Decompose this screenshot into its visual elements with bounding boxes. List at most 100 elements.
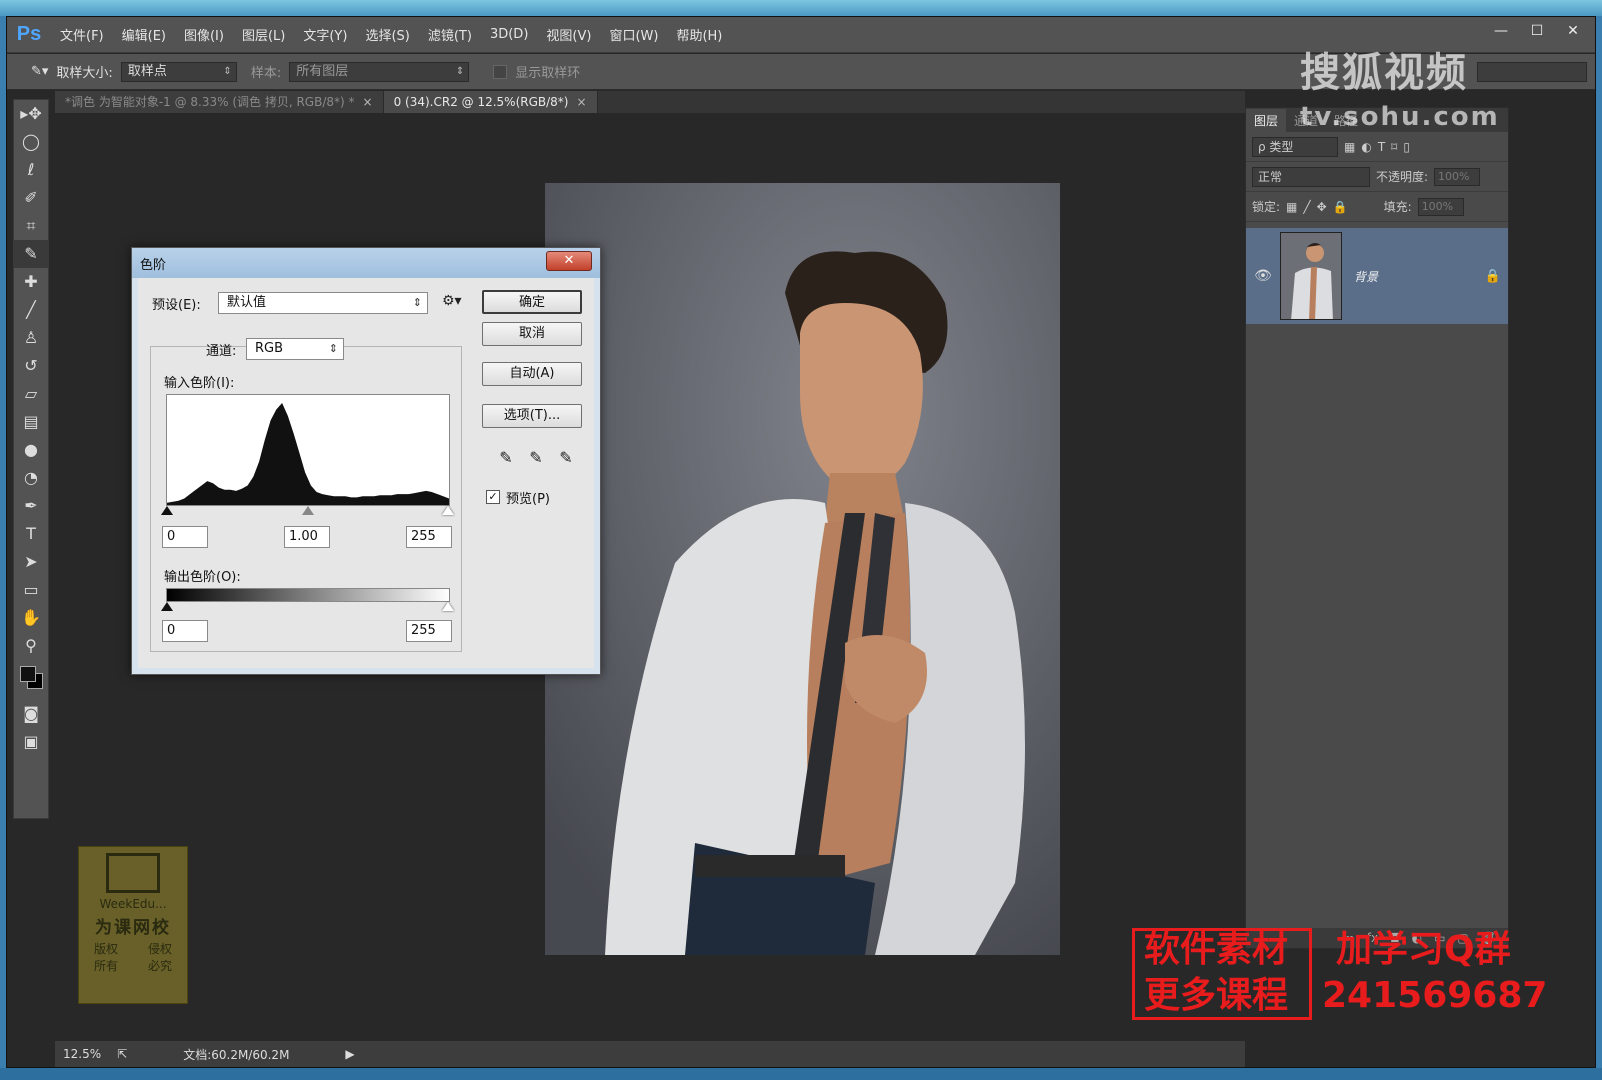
filter-type-icon[interactable]: T <box>1378 140 1385 154</box>
preview-label: 预览(P) <box>506 492 550 507</box>
hand-tool-icon[interactable]: ✋ <box>14 604 48 632</box>
lock-all-icon[interactable]: 🔒 <box>1333 200 1348 214</box>
layer-filter-row: ρ 类型 ▦ ◐ T ⌑ ▯ <box>1246 132 1508 162</box>
filter-adjust-icon[interactable]: ◐ <box>1361 140 1371 154</box>
filter-pixel-icon[interactable]: ▦ <box>1344 140 1355 154</box>
close-icon[interactable]: × <box>577 95 587 109</box>
color-swatches[interactable] <box>14 660 48 700</box>
filter-shape-icon[interactable]: ⌑ <box>1391 140 1397 154</box>
options-button[interactable]: 选项(T)... <box>482 404 582 428</box>
dialog-close-button[interactable]: ✕ <box>546 251 592 271</box>
menu-help[interactable]: 帮助(H) <box>667 25 731 44</box>
gradient-tool-icon[interactable]: ▤ <box>14 408 48 436</box>
foreground-color[interactable] <box>20 666 36 682</box>
input-white-field[interactable]: 255 <box>406 526 452 548</box>
menu-type[interactable]: 文字(Y) <box>294 25 356 44</box>
blend-mode-select[interactable]: 正常 <box>1252 166 1370 187</box>
promo-line1-right: 加学习Q群 <box>1336 929 1511 970</box>
tab-layers[interactable]: 图层 <box>1246 109 1287 132</box>
output-white-field[interactable]: 255 <box>406 620 452 642</box>
eyedropper-tool-icon[interactable]: ✎▾ <box>31 64 48 79</box>
lock-pixels-icon[interactable]: ▦ <box>1286 200 1297 214</box>
history-brush-icon[interactable]: ↺ <box>14 352 48 380</box>
blur-tool-icon[interactable]: ● <box>14 436 48 464</box>
channel-select[interactable]: RGB <box>246 338 344 360</box>
menu-3d[interactable]: 3D(D) <box>481 27 537 42</box>
promo-line1-left: 软件素材 <box>1144 929 1289 970</box>
ok-button[interactable]: 确定 <box>482 290 582 314</box>
histogram-shape <box>167 403 449 505</box>
weekedu-name: WeekEdu... <box>99 897 167 911</box>
crop-tool-icon[interactable]: ⌗ <box>14 212 48 240</box>
quick-select-tool-icon[interactable]: ✐ <box>14 184 48 212</box>
gray-eyedropper-icon[interactable]: ✎ <box>526 448 546 467</box>
dialog-body: 预设(E): 默认值 ⚙▾ 通道: RGB 输入色阶(I): 0 1.00 25… <box>138 278 594 668</box>
brush-tool-icon[interactable]: ╱ <box>14 296 48 324</box>
export-icon[interactable]: ⇱ <box>117 1047 127 1061</box>
menu-image[interactable]: 图像(I) <box>175 25 233 44</box>
gear-icon[interactable]: ⚙▾ <box>442 293 462 309</box>
eyedropper-icon[interactable]: ✎ <box>14 240 48 268</box>
layer-kind-filter[interactable]: ρ 类型 <box>1252 136 1338 157</box>
layer-background[interactable]: 👁 背景 🔒 <box>1246 228 1508 324</box>
menu-file[interactable]: 文件(F) <box>51 25 113 44</box>
menu-select[interactable]: 选择(S) <box>356 25 418 44</box>
black-eyedropper-icon[interactable]: ✎ <box>496 448 516 467</box>
eraser-tool-icon[interactable]: ▱ <box>14 380 48 408</box>
menu-window[interactable]: 窗口(W) <box>600 25 667 44</box>
zoom-level[interactable]: 12.5% <box>63 1047 101 1061</box>
input-black-field[interactable]: 0 <box>162 526 208 548</box>
input-gamma-slider[interactable] <box>302 506 314 515</box>
input-white-slider[interactable] <box>442 506 454 515</box>
filter-smart-icon[interactable]: ▯ <box>1403 140 1410 154</box>
lasso-tool-icon[interactable]: ℓ <box>14 156 48 184</box>
sample-size-select[interactable]: 取样点 <box>120 61 237 82</box>
menu-edit[interactable]: 编辑(E) <box>113 25 175 44</box>
layer-name[interactable]: 背景 <box>1354 268 1478 285</box>
pen-tool-icon[interactable]: ✒ <box>14 492 48 520</box>
promo-line2-right: 241569687 <box>1322 975 1548 1016</box>
output-white-slider[interactable] <box>442 602 454 611</box>
marquee-tool-icon[interactable]: ◯ <box>14 128 48 156</box>
cancel-button[interactable]: 取消 <box>482 322 582 346</box>
menu-filter[interactable]: 滤镜(T) <box>419 25 481 44</box>
dialog-titlebar[interactable]: 色阶 ✕ <box>132 248 600 278</box>
type-tool-icon[interactable]: T <box>14 520 48 548</box>
workspace-select[interactable] <box>1477 62 1587 82</box>
lock-paint-icon[interactable]: ╱ <box>1303 200 1310 214</box>
show-ring-checkbox[interactable] <box>493 64 508 79</box>
close-button[interactable]: ✕ <box>1557 21 1589 43</box>
maximize-button[interactable]: ☐ <box>1521 21 1553 43</box>
healing-brush-icon[interactable]: ✚ <box>14 268 48 296</box>
minimize-button[interactable]: — <box>1485 21 1517 43</box>
rectangle-tool-icon[interactable]: ▭ <box>14 576 48 604</box>
output-black-slider[interactable] <box>161 602 173 611</box>
clone-stamp-icon[interactable]: ♙ <box>14 324 48 352</box>
close-icon[interactable]: × <box>363 95 373 109</box>
input-gamma-field[interactable]: 1.00 <box>284 526 330 548</box>
zoom-tool-icon[interactable]: ⚲ <box>14 632 48 660</box>
fill-input[interactable]: 100% <box>1417 197 1464 216</box>
tab-document-2[interactable]: 0 (34).CR2 @ 12.5%(RGB/8*) × <box>383 91 598 113</box>
photo-portrait[interactable] <box>545 183 1060 955</box>
preview-checkbox[interactable]: ✓ <box>486 490 500 504</box>
visibility-eye-icon[interactable]: 👁 <box>1246 268 1280 284</box>
status-bar: 12.5% ⇱ 文档:60.2M/60.2M ▶ <box>55 1041 1245 1067</box>
path-select-icon[interactable]: ➤ <box>14 548 48 576</box>
quick-mask-icon[interactable]: ◙ <box>14 700 48 728</box>
dodge-tool-icon[interactable]: ◔ <box>14 464 48 492</box>
screen-mode-icon[interactable]: ▣ <box>14 728 48 756</box>
tab-document-1[interactable]: *调色 为智能对象-1 @ 8.33% (调色 拷贝, RGB/8*) * × <box>55 91 384 113</box>
input-black-slider[interactable] <box>161 506 173 515</box>
menu-layer[interactable]: 图层(L) <box>233 25 294 44</box>
menu-view[interactable]: 视图(V) <box>537 25 600 44</box>
output-black-field[interactable]: 0 <box>162 620 208 642</box>
sample-select[interactable]: 所有图层 <box>289 61 470 82</box>
preset-select[interactable]: 默认值 <box>218 292 428 314</box>
move-tool-icon[interactable]: ▸✥ <box>14 100 48 128</box>
lock-position-icon[interactable]: ✥ <box>1317 200 1327 214</box>
status-menu-arrow-icon[interactable]: ▶ <box>345 1047 354 1061</box>
white-eyedropper-icon[interactable]: ✎ <box>556 448 576 467</box>
opacity-input[interactable]: 100% <box>1434 167 1481 186</box>
auto-button[interactable]: 自动(A) <box>482 362 582 386</box>
